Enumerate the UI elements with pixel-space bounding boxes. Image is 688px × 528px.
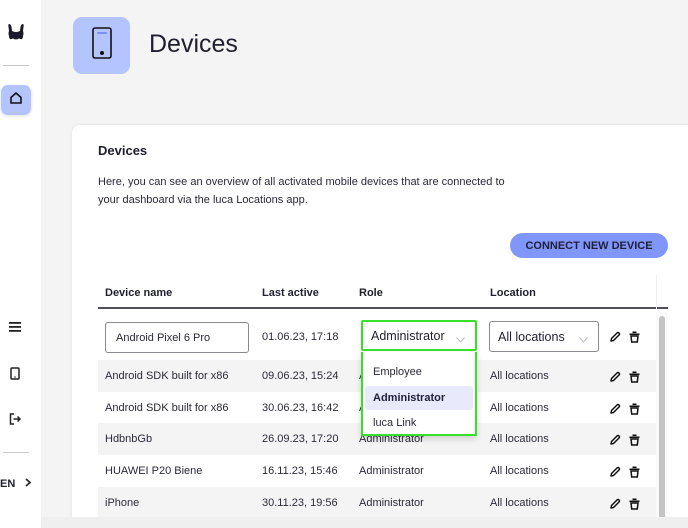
- chevron-right-icon: [25, 478, 32, 490]
- delete-icon[interactable]: [629, 370, 640, 388]
- delete-icon[interactable]: [629, 433, 640, 451]
- device-name-cell: HdbnbGb: [105, 433, 153, 445]
- language-label: EN: [0, 478, 16, 490]
- row-actions: [609, 497, 640, 515]
- location-cell: All locations: [490, 465, 549, 477]
- chevron-down-icon: [456, 332, 465, 346]
- edit-icon[interactable]: [609, 433, 621, 451]
- column-header-device-name[interactable]: Device name: [105, 287, 172, 299]
- delete-icon[interactable]: [629, 330, 640, 348]
- sidebar-divider: [3, 452, 29, 453]
- card-title: Devices: [98, 143, 148, 158]
- card-description: Here, you can see an overview of all act…: [98, 176, 505, 206]
- row-actions: [609, 370, 640, 388]
- table-row: iPhone 30.11.23, 19:56 Administrator All…: [98, 487, 656, 519]
- device-name-input[interactable]: [105, 322, 249, 353]
- sidebar: EN: [0, 0, 41, 528]
- device-name-cell: HUAWEI P20 Biene: [105, 465, 203, 477]
- role-select[interactable]: Administrator: [361, 320, 477, 351]
- sidebar-item-home[interactable]: [1, 85, 31, 115]
- device-name-cell: iPhone: [105, 497, 140, 509]
- row-actions: [609, 465, 640, 483]
- device-name-cell: Android SDK built for x86: [105, 402, 229, 414]
- column-header-last-active[interactable]: Last active: [262, 287, 319, 299]
- role-cell: Administrator: [359, 465, 424, 477]
- edit-icon[interactable]: [609, 370, 621, 388]
- row-actions: [609, 433, 640, 451]
- chevron-down-icon: [579, 332, 588, 346]
- row-actions: [609, 402, 640, 420]
- horizontal-scrollbar[interactable]: [41, 517, 688, 528]
- role-option-administrator[interactable]: Administrator: [365, 386, 473, 410]
- logout-icon: [9, 412, 22, 430]
- delete-icon[interactable]: [629, 465, 640, 483]
- edit-icon[interactable]: [609, 330, 621, 348]
- location-cell: All locations: [490, 433, 549, 445]
- last-active-cell: 30.06.23, 16:42: [262, 402, 339, 414]
- edit-icon[interactable]: [609, 497, 621, 515]
- devices-card: Devices Here, you can see an overview of…: [72, 125, 688, 525]
- column-header-role[interactable]: Role: [359, 287, 383, 299]
- sidebar-item-devices[interactable]: [6, 367, 24, 385]
- sidebar-item-menu[interactable]: [6, 319, 24, 337]
- table-header: Device name Last active Role Location: [98, 275, 668, 309]
- last-active-cell: 16.11.23, 15:46: [262, 465, 338, 477]
- role-option-luca-link[interactable]: luca Link: [365, 411, 473, 435]
- device-name-cell: Android SDK built for x86: [105, 370, 229, 382]
- table-row: HUAWEI P20 Biene 16.11.23, 15:46 Adminis…: [98, 455, 656, 487]
- last-active-cell: 09.06.23, 15:24: [262, 370, 339, 382]
- device-icon: [10, 367, 20, 385]
- last-active-cell: 26.09.23, 17:20: [262, 433, 339, 445]
- sidebar-divider: [3, 65, 29, 66]
- sidebar-item-logout[interactable]: [6, 412, 24, 430]
- role-dropdown-menu: Employee Administrator luca Link: [361, 352, 477, 436]
- page-icon: [73, 17, 130, 74]
- location-cell: All locations: [490, 370, 549, 382]
- delete-icon[interactable]: [629, 402, 640, 420]
- role-option-employee[interactable]: Employee: [365, 360, 473, 384]
- location-cell: All locations: [490, 402, 549, 414]
- language-switcher[interactable]: EN: [0, 478, 32, 490]
- role-cell: Administrator: [359, 497, 424, 509]
- last-active-cell: 01.06.23, 17:18: [262, 331, 339, 343]
- menu-icon: [9, 319, 21, 337]
- mobile-device-icon: [91, 27, 112, 64]
- last-active-cell: 30.11.23, 19:56: [262, 497, 338, 509]
- luca-logo-icon[interactable]: [6, 22, 26, 42]
- row-actions: [609, 330, 640, 348]
- page-title: Devices: [149, 30, 238, 58]
- table-scrollbar-thumb[interactable]: [659, 316, 665, 525]
- location-select[interactable]: All locations: [489, 321, 599, 352]
- column-header-location[interactable]: Location: [490, 287, 536, 299]
- location-select-value: All locations: [498, 329, 565, 344]
- connect-new-device-button[interactable]: CONNECT NEW DEVICE: [510, 233, 668, 258]
- home-icon: [9, 91, 23, 110]
- location-cell: All locations: [490, 497, 549, 509]
- role-select-value: Administrator: [371, 328, 445, 343]
- column-separator: [656, 275, 657, 309]
- delete-icon[interactable]: [629, 497, 640, 515]
- edit-icon[interactable]: [609, 402, 621, 420]
- edit-icon[interactable]: [609, 465, 621, 483]
